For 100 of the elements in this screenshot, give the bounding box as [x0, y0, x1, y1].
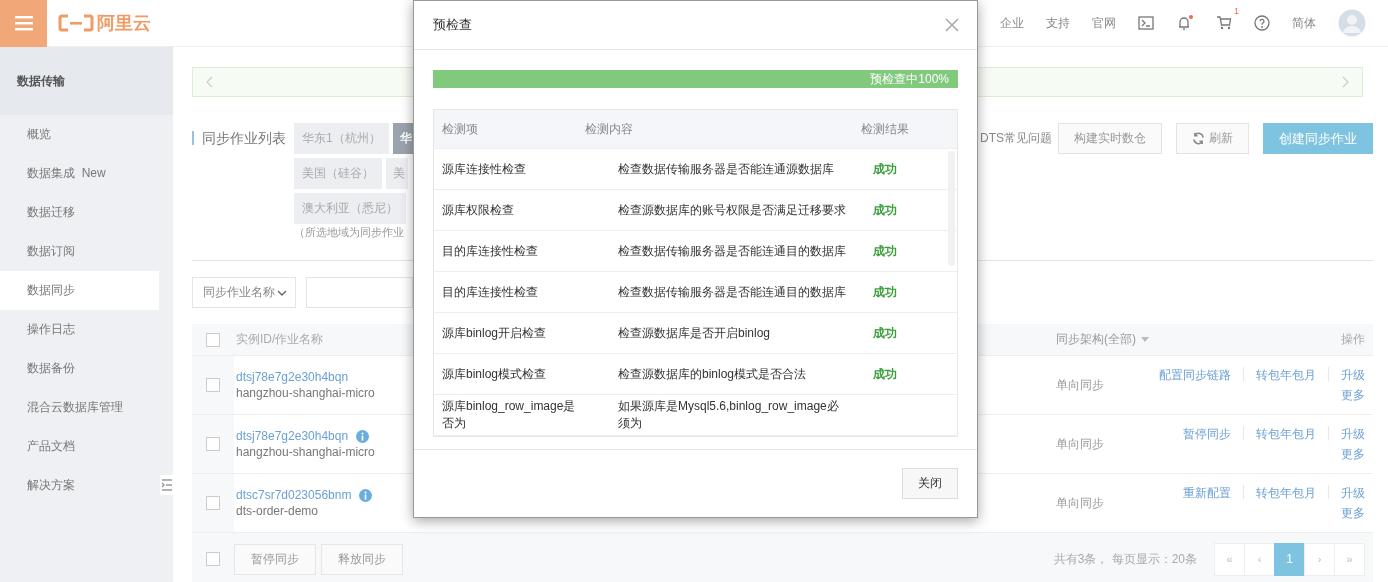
check-item: 源库权限检查 — [441, 201, 515, 219]
region-tab[interactable]: 美国（硅谷） — [294, 158, 382, 189]
check-description: 检查数据传输服务器是否能连通目的数据库 — [617, 242, 847, 260]
job-name: hangzhou-shanghai-micro — [236, 445, 376, 459]
job-name: hangzhou-shanghai-micro — [236, 386, 376, 400]
cart-icon[interactable] — [1216, 16, 1232, 30]
action-link[interactable]: 升级 — [1341, 484, 1365, 502]
info-icon[interactable] — [359, 488, 373, 502]
action-link[interactable]: 更多 — [1341, 504, 1365, 522]
region-tab[interactable]: 华东1（杭州） — [294, 123, 389, 154]
check-description: 检查源数据库的binlog模式是否合法 — [617, 365, 808, 383]
action-link[interactable]: 配置同步链路 — [1159, 366, 1231, 384]
checkbox[interactable] — [206, 496, 220, 510]
check-description: 检查源数据库是否开启binlog — [617, 324, 772, 342]
instance-id-link[interactable]: dtsc7sr7d023056bnm — [236, 488, 352, 502]
table-cell-text: 单向同步 — [1055, 494, 1105, 512]
check-result: 成功 — [873, 161, 897, 176]
first-page-button[interactable]: « — [1214, 542, 1245, 576]
next-page-button[interactable]: › — [1304, 542, 1335, 576]
region-tab[interactable]: 华 — [392, 123, 415, 154]
column-header: 检测项 — [441, 120, 479, 138]
sidebar-item[interactable]: 操作日志 — [0, 310, 159, 349]
column-header[interactable]: 同步架构(全部) — [1056, 331, 1136, 348]
sidebar-item[interactable]: 数据订阅 — [0, 232, 159, 271]
logo-icon — [58, 14, 94, 32]
sidebar-item[interactable]: 概览 — [0, 115, 159, 154]
action-link[interactable]: 升级 — [1341, 366, 1365, 384]
caret-icon[interactable] — [1141, 337, 1149, 342]
sidebar-item[interactable]: 数据备份 — [0, 349, 159, 388]
chevron-left-icon[interactable] — [205, 76, 213, 88]
action-link[interactable]: 转包年包月 — [1256, 425, 1316, 443]
language-link[interactable]: 简体 — [1292, 14, 1316, 32]
checkbox[interactable] — [206, 437, 220, 451]
chevron-right-icon[interactable] — [1342, 76, 1350, 88]
check-description: 如果源库是Mysql5.6,binlog_row_image必须为 — [617, 398, 840, 432]
instance-id-link[interactable]: dtsj78e7g2e30h4bqn — [236, 429, 349, 443]
close-icon[interactable] — [945, 18, 959, 32]
check-item: 源库连接性检查 — [441, 160, 527, 178]
close-button[interactable]: 关闭 — [902, 468, 958, 499]
pagination-summary: 共有3条， 每页显示：20条 — [1053, 550, 1197, 568]
refresh-button[interactable]: 刷新 — [1176, 123, 1249, 154]
action-link[interactable]: 更多 — [1341, 386, 1365, 404]
check-description: 检查源数据库的账号权限是否满足迁移要求 — [617, 201, 847, 219]
cart-count: 1 — [1234, 6, 1239, 16]
table-cell-text: 单向同步 — [1055, 435, 1105, 453]
action-link[interactable]: 升级 — [1341, 425, 1365, 443]
page-button[interactable]: 1 — [1274, 542, 1305, 576]
checkbox[interactable] — [206, 552, 220, 566]
chevron-down-icon — [277, 289, 287, 296]
check-result: 成功 — [873, 202, 897, 217]
build-warehouse-button[interactable]: 构建实时数仓 — [1058, 123, 1162, 154]
check-result: 成功 — [873, 284, 897, 299]
nav-link[interactable]: 企业 — [1000, 14, 1024, 32]
column-header: 实例ID/作业名称 — [236, 332, 324, 346]
sidebar-item[interactable]: 产品文档 — [0, 427, 159, 466]
terminal-icon[interactable] — [1138, 16, 1154, 30]
nav-link[interactable]: 支持 — [1046, 14, 1070, 32]
menu-button[interactable] — [0, 0, 47, 47]
check-item: 目的库连接性检查 — [441, 242, 539, 260]
faq-link[interactable]: DTS常见问题 — [980, 123, 1052, 154]
sidebar-item[interactable]: 解决方案 — [0, 466, 159, 505]
last-page-button[interactable]: » — [1334, 542, 1365, 576]
info-icon[interactable] — [356, 429, 370, 443]
sidebar-item[interactable]: 数据同步 — [0, 271, 159, 310]
column-header: 检测结果 — [860, 120, 910, 138]
nav-link[interactable]: 官网 — [1092, 14, 1116, 32]
sidebar-item[interactable]: 数据集成 New — [0, 154, 159, 193]
check-result: 成功 — [873, 325, 897, 340]
region-tab[interactable]: 澳大利亚（悉尼） — [294, 193, 406, 224]
checkbox[interactable] — [206, 378, 220, 392]
help-icon[interactable] — [1254, 15, 1270, 31]
search-field[interactable] — [306, 277, 413, 308]
sidebar-item[interactable]: 数据迁移 — [0, 193, 159, 232]
action-link[interactable]: 转包年包月 — [1256, 366, 1316, 384]
bell-icon[interactable] — [1176, 14, 1194, 32]
check-result: 成功 — [873, 366, 897, 381]
action-link[interactable]: 转包年包月 — [1256, 484, 1316, 502]
field-select[interactable]: 同步作业名称 — [192, 277, 296, 308]
menu-icon — [14, 15, 33, 31]
check-item: 源库binlog模式检查 — [441, 365, 548, 383]
checkbox[interactable] — [206, 332, 220, 347]
logo-text: 阿里云 — [97, 12, 151, 35]
region-tab[interactable]: 美 — [386, 158, 408, 189]
job-name: dts-order-demo — [236, 504, 320, 518]
table-cell-text: 单向同步 — [1055, 376, 1105, 394]
check-item: 源库binlog开启检查 — [441, 324, 548, 342]
avatar[interactable] — [1338, 9, 1366, 37]
collapse-icon[interactable] — [160, 475, 173, 495]
instance-id-link[interactable]: dtsj78e7g2e30h4bqn — [236, 370, 349, 384]
action-link[interactable]: 重新配置 — [1183, 484, 1231, 502]
action-link[interactable]: 更多 — [1341, 445, 1365, 463]
sidebar-item[interactable]: 混合云数据库管理 — [0, 388, 159, 427]
progress-label: 预检查中100% — [870, 71, 949, 88]
column-header: 操作 — [1340, 331, 1366, 348]
check-description: 检查数据传输服务器是否能连通源数据库 — [617, 160, 835, 178]
sidebar-title: 数据传输 — [0, 47, 173, 115]
check-result: 成功 — [873, 243, 897, 258]
previous-page-button[interactable]: ‹ — [1244, 542, 1275, 576]
action-link[interactable]: 暂停同步 — [1183, 425, 1231, 443]
create-job-button[interactable]: 创建同步作业 — [1263, 123, 1373, 154]
